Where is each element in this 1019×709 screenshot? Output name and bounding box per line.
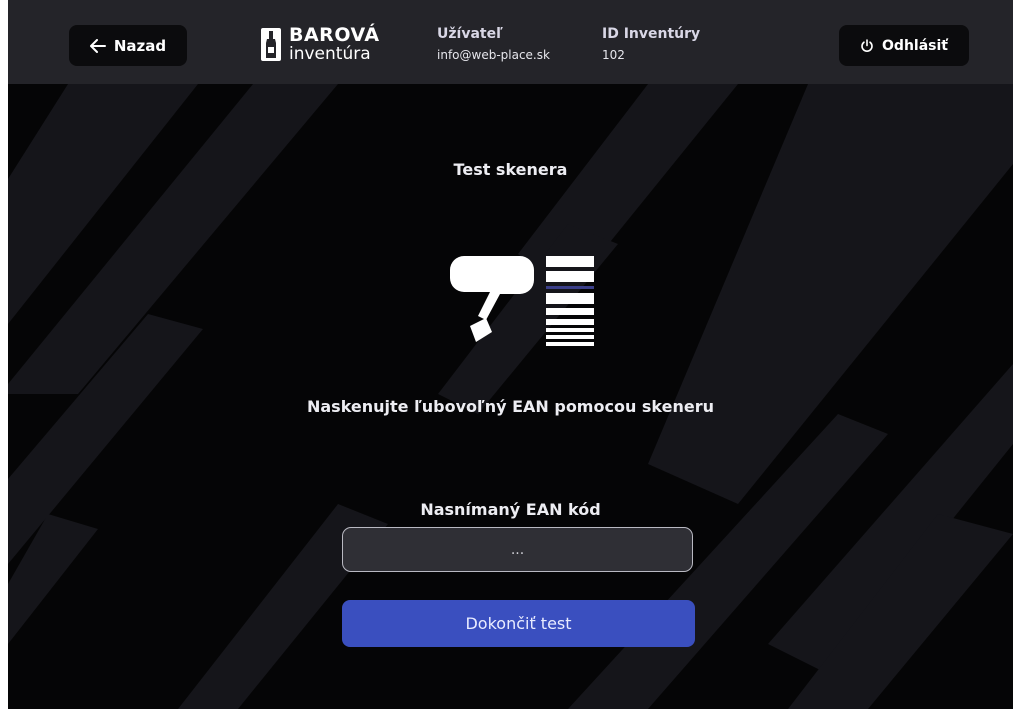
inventory-id: 102 — [602, 48, 625, 62]
inventory-info: ID Inventúry 102 — [602, 26, 700, 62]
user-label: Užívateľ — [437, 26, 503, 42]
inventory-label: ID Inventúry — [602, 26, 701, 42]
logout-button[interactable]: Odhlásiť — [839, 25, 969, 66]
user-email: info@web-place.sk — [437, 48, 550, 62]
app-frame: Nazad BAROVÁ inventúra Užívateľ info@web… — [8, 0, 1013, 709]
back-button[interactable]: Nazad — [69, 25, 187, 66]
logo-title: BAROVÁ — [289, 24, 380, 46]
barcode-scanner-icon — [450, 256, 594, 346]
ean-input[interactable] — [342, 527, 693, 572]
page-title: Test skenera — [453, 160, 568, 179]
bottle-logo-icon — [261, 28, 281, 61]
user-info: Užívateľ info@web-place.sk — [437, 26, 550, 62]
back-button-label: Nazad — [113, 36, 167, 55]
finish-test-button[interactable]: Dokončiť test — [342, 600, 695, 647]
logo-subtitle: inventúra — [289, 44, 371, 64]
top-bar: Nazad BAROVÁ inventúra Užívateľ info@web… — [8, 0, 1013, 84]
arrow-left-icon — [89, 38, 106, 53]
logo: BAROVÁ inventúra — [261, 26, 380, 63]
scan-instruction: Naskenujte ľubovoľný EAN pomocou skeneru — [306, 397, 715, 416]
power-icon — [861, 38, 873, 52]
logout-button-label: Odhlásiť — [882, 37, 948, 54]
main-content: Test skenera Naskenujte ľubovoľný EAN po… — [8, 84, 1013, 709]
ean-field-label: Nasnímaný EAN kód — [420, 500, 601, 519]
